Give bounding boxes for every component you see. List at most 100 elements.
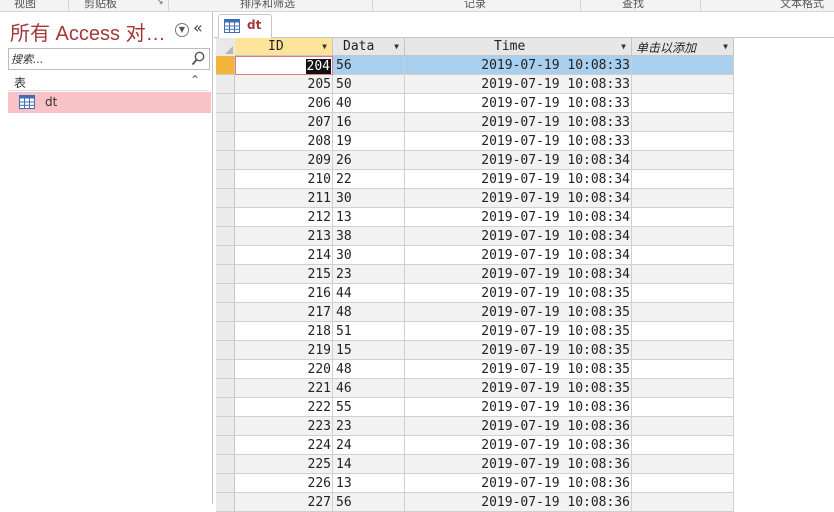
cell-time[interactable]: 2019-07-19 10:08:35 xyxy=(405,379,632,398)
record-selector[interactable] xyxy=(216,341,235,360)
cell-time[interactable]: 2019-07-19 10:08:33 xyxy=(405,56,632,75)
record-selector[interactable] xyxy=(216,417,235,436)
cell-time[interactable]: 2019-07-19 10:08:33 xyxy=(405,132,632,151)
column-header-data[interactable]: Data ▼ xyxy=(333,38,405,56)
table-row[interactable]: 208 19 2019-07-19 10:08:33 xyxy=(216,132,736,151)
cell-new-field[interactable] xyxy=(632,398,734,417)
cell-time[interactable]: 2019-07-19 10:08:34 xyxy=(405,208,632,227)
cell-data[interactable]: 40 xyxy=(333,94,405,113)
table-row[interactable]: 212 13 2019-07-19 10:08:34 xyxy=(216,208,736,227)
cell-new-field[interactable] xyxy=(632,151,734,170)
nav-pane-title[interactable]: 所有 Access 对… xyxy=(10,17,166,46)
table-row[interactable]: 216 44 2019-07-19 10:08:35 xyxy=(216,284,736,303)
cell-new-field[interactable] xyxy=(632,265,734,284)
cell-time[interactable]: 2019-07-19 10:08:34 xyxy=(405,170,632,189)
cell-id[interactable]: 227 xyxy=(235,493,333,512)
table-row[interactable]: 209 26 2019-07-19 10:08:34 xyxy=(216,151,736,170)
cell-time[interactable]: 2019-07-19 10:08:33 xyxy=(405,75,632,94)
table-row[interactable]: 214 30 2019-07-19 10:08:34 xyxy=(216,246,736,265)
cell-id[interactable]: 209 xyxy=(235,151,333,170)
cell-id[interactable]: 221 xyxy=(235,379,333,398)
cell-time[interactable]: 2019-07-19 10:08:36 xyxy=(405,417,632,436)
cell-new-field[interactable] xyxy=(632,360,734,379)
cell-id[interactable]: 210 xyxy=(235,170,333,189)
record-selector[interactable] xyxy=(216,94,235,113)
cell-new-field[interactable] xyxy=(632,75,734,94)
cell-data[interactable]: 50 xyxy=(333,75,405,94)
cell-new-field[interactable] xyxy=(632,322,734,341)
table-row[interactable]: 217 48 2019-07-19 10:08:35 xyxy=(216,303,736,322)
record-selector[interactable] xyxy=(216,455,235,474)
cell-time[interactable]: 2019-07-19 10:08:36 xyxy=(405,398,632,417)
cell-new-field[interactable] xyxy=(632,474,734,493)
cell-data[interactable]: 19 xyxy=(333,132,405,151)
column-dropdown-icon[interactable]: ▼ xyxy=(723,38,728,56)
cell-data[interactable]: 44 xyxy=(333,284,405,303)
cell-data[interactable]: 24 xyxy=(333,436,405,455)
cell-data[interactable]: 51 xyxy=(333,322,405,341)
cell-new-field[interactable] xyxy=(632,56,734,75)
cell-new-field[interactable] xyxy=(632,189,734,208)
cell-new-field[interactable] xyxy=(632,284,734,303)
cell-id[interactable]: 207 xyxy=(235,113,333,132)
cell-id[interactable]: 215 xyxy=(235,265,333,284)
table-row[interactable]: 225 14 2019-07-19 10:08:36 xyxy=(216,455,736,474)
cell-data[interactable]: 13 xyxy=(333,208,405,227)
cell-id[interactable]: 226 xyxy=(235,474,333,493)
nav-menu-dropdown-icon[interactable]: ▼ xyxy=(175,23,189,37)
record-selector[interactable] xyxy=(216,398,235,417)
cell-id[interactable]: 211 xyxy=(235,189,333,208)
cell-new-field[interactable] xyxy=(632,208,734,227)
cell-data[interactable]: 38 xyxy=(333,227,405,246)
tables-group-header[interactable]: 表 ⌃ xyxy=(8,72,208,91)
table-row[interactable]: 223 23 2019-07-19 10:08:36 xyxy=(216,417,736,436)
cell-time[interactable]: 2019-07-19 10:08:34 xyxy=(405,246,632,265)
record-selector[interactable] xyxy=(216,56,235,75)
cell-id[interactable]: 206 xyxy=(235,94,333,113)
record-selector[interactable] xyxy=(216,189,235,208)
column-header-id[interactable]: ID ▼ xyxy=(235,38,333,56)
cell-id[interactable]: 222 xyxy=(235,398,333,417)
column-header-click-to-add[interactable]: 单击以添加 ▼ xyxy=(632,38,734,56)
cell-new-field[interactable] xyxy=(632,246,734,265)
cell-data[interactable]: 48 xyxy=(333,360,405,379)
cell-data[interactable]: 46 xyxy=(333,379,405,398)
cell-new-field[interactable] xyxy=(632,417,734,436)
cell-new-field[interactable] xyxy=(632,94,734,113)
cell-data[interactable]: 26 xyxy=(333,151,405,170)
table-row[interactable]: 218 51 2019-07-19 10:08:35 xyxy=(216,322,736,341)
record-selector[interactable] xyxy=(216,170,235,189)
record-selector[interactable] xyxy=(216,493,235,512)
cell-new-field[interactable] xyxy=(632,341,734,360)
cell-id[interactable]: 213 xyxy=(235,227,333,246)
table-row[interactable]: 221 46 2019-07-19 10:08:35 xyxy=(216,379,736,398)
cell-id[interactable]: 223 xyxy=(235,417,333,436)
table-row[interactable]: 213 38 2019-07-19 10:08:34 xyxy=(216,227,736,246)
table-row[interactable]: 226 13 2019-07-19 10:08:36 xyxy=(216,474,736,493)
table-row[interactable]: 207 16 2019-07-19 10:08:33 xyxy=(216,113,736,132)
cell-new-field[interactable] xyxy=(632,113,734,132)
table-row[interactable]: 227 56 2019-07-19 10:08:36 xyxy=(216,493,736,512)
cell-id[interactable]: 208 xyxy=(235,132,333,151)
cell-time[interactable]: 2019-07-19 10:08:34 xyxy=(405,265,632,284)
cell-time[interactable]: 2019-07-19 10:08:34 xyxy=(405,189,632,208)
table-row[interactable]: 215 23 2019-07-19 10:08:34 xyxy=(216,265,736,284)
cell-data[interactable]: 16 xyxy=(333,113,405,132)
cell-id[interactable]: 218 xyxy=(235,322,333,341)
cell-time[interactable]: 2019-07-19 10:08:36 xyxy=(405,436,632,455)
column-dropdown-icon[interactable]: ▼ xyxy=(621,38,626,56)
cell-new-field[interactable] xyxy=(632,227,734,246)
cell-new-field[interactable] xyxy=(632,379,734,398)
record-selector[interactable] xyxy=(216,322,235,341)
record-selector[interactable] xyxy=(216,246,235,265)
record-selector[interactable] xyxy=(216,303,235,322)
record-selector[interactable] xyxy=(216,75,235,94)
cell-id[interactable]: 225 xyxy=(235,455,333,474)
record-selector[interactable] xyxy=(216,265,235,284)
cell-data[interactable]: 56 xyxy=(333,56,405,75)
cell-time[interactable]: 2019-07-19 10:08:34 xyxy=(405,227,632,246)
cell-data[interactable]: 15 xyxy=(333,341,405,360)
cell-id[interactable]: 214 xyxy=(235,246,333,265)
record-selector[interactable] xyxy=(216,151,235,170)
cell-time[interactable]: 2019-07-19 10:08:35 xyxy=(405,360,632,379)
